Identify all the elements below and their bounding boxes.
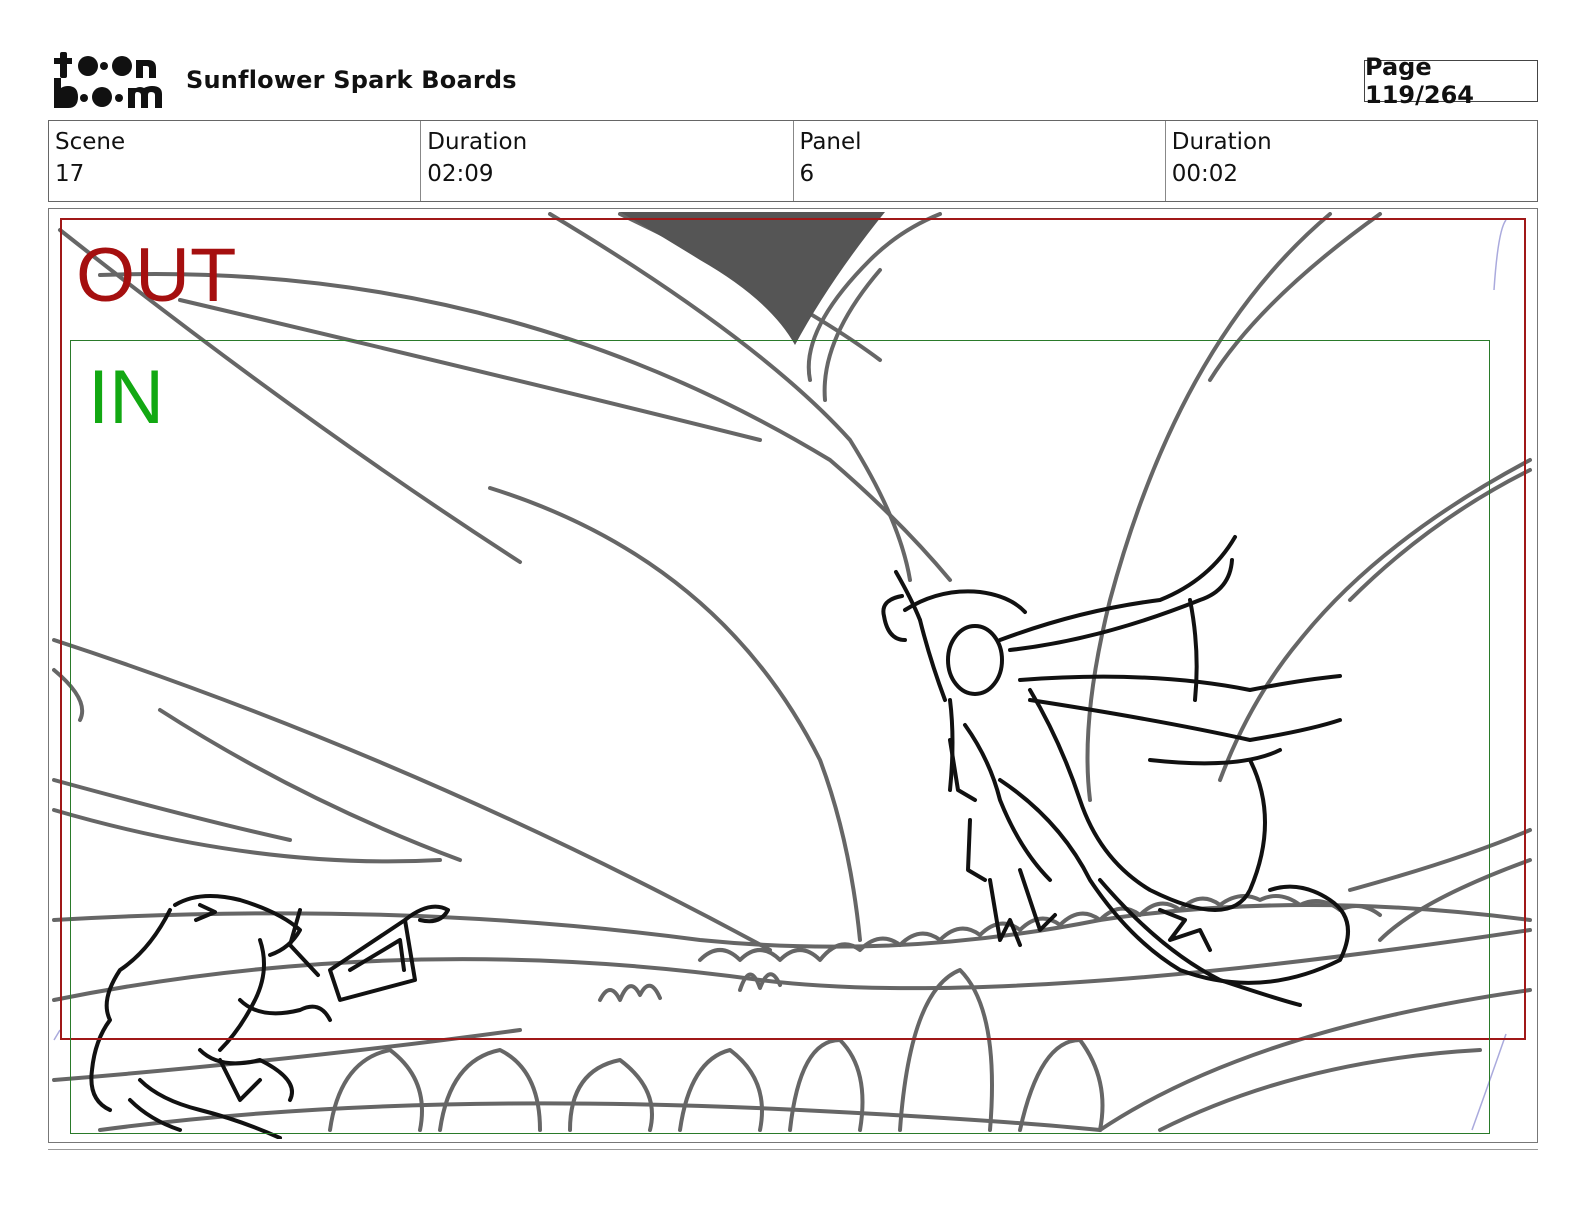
panel-duration-cell: Duration 00:02 [1166, 121, 1537, 201]
panel-duration-label: Duration [1171, 129, 1272, 155]
page-header: Sunflower Spark Boards Page 119/264 [0, 0, 1584, 120]
scene-value: 17 [55, 161, 85, 187]
panel-duration-value: 00:02 [1171, 161, 1239, 187]
scene-duration-value: 02:09 [427, 161, 494, 187]
panel-cell: Panel 6 [794, 121, 1166, 201]
scene-cell: Scene 17 [49, 121, 422, 201]
out-frame-label: OUT [76, 233, 237, 318]
panel-value: 6 [799, 161, 815, 187]
in-safe-frame [70, 340, 1490, 1134]
scene-duration-cell: Duration 02:09 [421, 121, 794, 201]
toon-boom-logo [54, 52, 162, 108]
scene-info-table: Scene 17 Duration 02:09 Panel 6 Duration… [48, 120, 1538, 202]
panel-label: Panel [799, 129, 862, 155]
document-title: Sunflower Spark Boards [186, 66, 517, 94]
scene-label: Scene [55, 129, 126, 155]
in-frame-label: IN [88, 355, 164, 440]
panel-divider [48, 1149, 1538, 1150]
scene-duration-label: Duration [427, 129, 528, 155]
page-indicator: Page 119/264 [1364, 53, 1538, 109]
